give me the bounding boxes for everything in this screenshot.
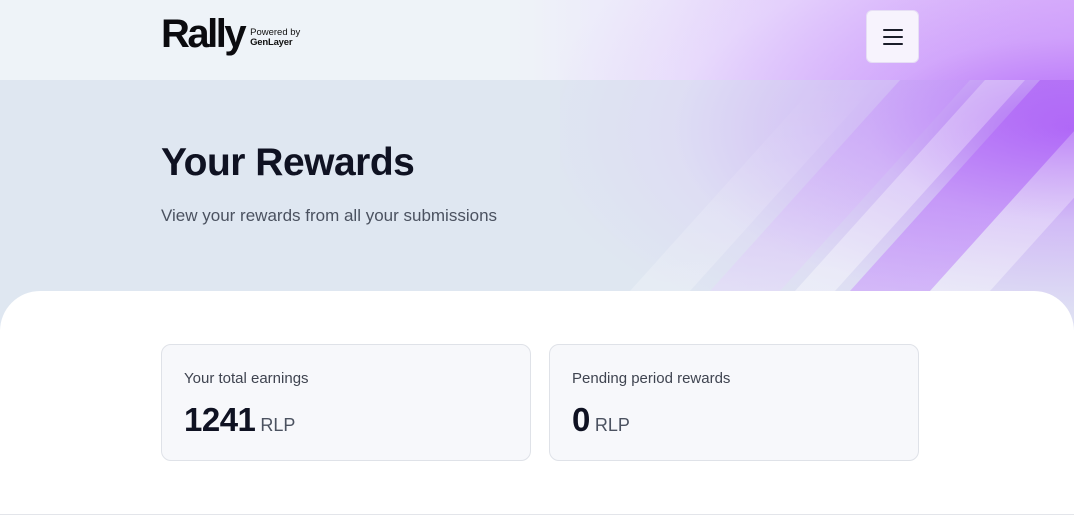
card-value: 1241 [184, 401, 256, 438]
card-unit: RLP [594, 415, 630, 435]
logo-powered-by: Powered by GenLayer [250, 28, 300, 48]
card-label: Your total earnings [184, 370, 309, 387]
card-value: 0 [572, 401, 590, 438]
card-label: Pending period rewards [572, 370, 731, 387]
hamburger-menu-icon [882, 28, 903, 45]
menu-button[interactable] [866, 10, 919, 63]
page-title: Your Rewards [161, 141, 415, 184]
card-value-row: 0 RLP [572, 400, 630, 440]
pending-rewards-card: Pending period rewards 0 RLP [549, 344, 919, 461]
logo-brand-text: GenLayer [250, 37, 293, 48]
card-unit: RLP [260, 415, 296, 435]
card-value-row: 1241 RLP [184, 400, 295, 440]
page-subtitle: View your rewards from all your submissi… [161, 206, 498, 225]
divider [0, 514, 1074, 515]
logo-wordmark: Rally [161, 12, 247, 56]
rally-logo[interactable]: Rally Powered by GenLayer [161, 14, 300, 58]
top-header: Rally Powered by GenLayer [0, 0, 1074, 80]
total-earnings-card: Your total earnings 1241 RLP [161, 344, 531, 461]
